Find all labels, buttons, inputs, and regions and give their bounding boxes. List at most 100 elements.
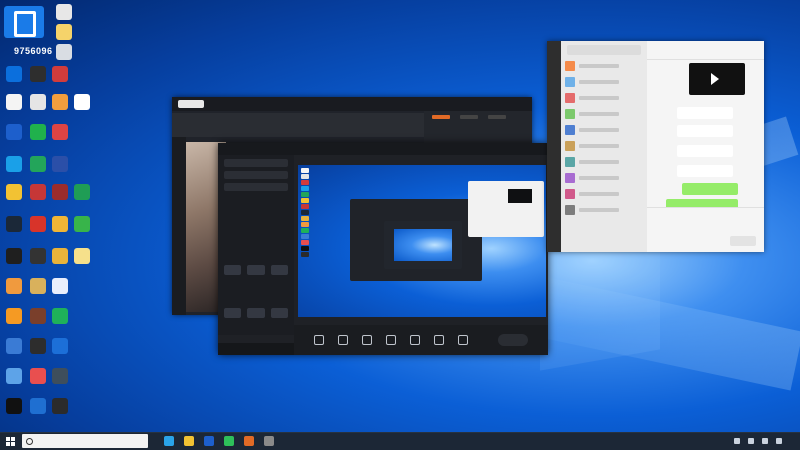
tool-cell[interactable]	[224, 308, 242, 318]
desktop-icon[interactable]	[30, 278, 46, 294]
chat-conversation[interactable]	[565, 107, 643, 121]
sidebar-row[interactable]	[224, 171, 288, 179]
tool-cell[interactable]	[270, 308, 288, 318]
desktop-icon[interactable]	[52, 124, 68, 140]
desktop-icon[interactable]	[30, 338, 46, 354]
wechat-icon[interactable]	[224, 436, 234, 446]
sidebar-row[interactable]	[224, 159, 288, 167]
desktop-icon[interactable]	[6, 94, 22, 110]
tool-cell[interactable]	[224, 265, 242, 275]
desktop-icon[interactable]	[6, 216, 22, 232]
capture-status	[218, 343, 294, 355]
tool-cell[interactable]	[270, 265, 288, 275]
toolbar-button[interactable]	[410, 335, 420, 345]
desktop-icon[interactable]	[52, 248, 68, 264]
tab[interactable]	[460, 115, 478, 119]
toolbar-button[interactable]	[386, 335, 396, 345]
tool-cell[interactable]	[247, 265, 265, 275]
go-live-button[interactable]	[498, 334, 528, 346]
nested-chat-window	[468, 181, 544, 237]
sidebar-row[interactable]	[224, 183, 288, 191]
desktop-icon[interactable]	[56, 4, 72, 20]
desktop-icon[interactable]	[6, 398, 22, 414]
toolbar-button[interactable]	[338, 335, 348, 345]
desktop-icon[interactable]	[30, 308, 46, 324]
chat-conversation[interactable]	[565, 75, 643, 89]
desktop-icon[interactable]	[52, 156, 68, 172]
desktop-icon[interactable]	[56, 24, 72, 40]
chat-conversation[interactable]	[565, 203, 643, 217]
chat-conversation[interactable]	[565, 91, 643, 105]
chat-search-input[interactable]	[567, 45, 641, 55]
chat-conversation[interactable]	[565, 123, 643, 137]
nested-video	[508, 189, 532, 203]
windows-logo-icon	[5, 436, 15, 446]
store-icon[interactable]	[204, 436, 214, 446]
desktop-icon[interactable]	[52, 308, 68, 324]
desktop-icon[interactable]	[74, 216, 90, 232]
desktop-icon[interactable]	[6, 248, 22, 264]
toolbar-button[interactable]	[434, 335, 444, 345]
app-icon[interactable]	[264, 436, 274, 446]
tray-icon[interactable]	[762, 438, 768, 444]
desktop-icon[interactable]	[6, 368, 22, 384]
tray-icon[interactable]	[748, 438, 754, 444]
desktop-icon[interactable]	[52, 338, 68, 354]
chat-conversation[interactable]	[565, 171, 643, 185]
desktop-icon[interactable]	[6, 278, 22, 294]
desktop-icon[interactable]	[30, 368, 46, 384]
desktop-icon[interactable]	[52, 184, 68, 200]
tool-cell[interactable]	[247, 308, 265, 318]
chat-conversation[interactable]	[565, 155, 643, 169]
chat-list	[561, 41, 647, 252]
desktop-icon[interactable]	[52, 368, 68, 384]
tray-icon[interactable]	[776, 438, 782, 444]
desktop-icon[interactable]	[30, 66, 46, 82]
desktop-icon[interactable]	[74, 94, 90, 110]
desktop-icon[interactable]	[30, 94, 46, 110]
capture-window[interactable]	[218, 143, 548, 355]
chat-conversation[interactable]	[565, 187, 643, 201]
desktop-icon[interactable]	[30, 156, 46, 172]
tab[interactable]	[488, 115, 506, 119]
toolbar-button[interactable]	[458, 335, 468, 345]
desktop-icon[interactable]	[52, 216, 68, 232]
chat-conversation[interactable]	[565, 139, 643, 153]
desktop-icon[interactable]	[52, 66, 68, 82]
chat-input-area[interactable]	[647, 207, 764, 252]
desktop-icon[interactable]	[6, 66, 22, 82]
desktop-icon[interactable]	[56, 44, 72, 60]
desktop-icon[interactable]	[30, 248, 46, 264]
desktop-icon[interactable]	[6, 156, 22, 172]
logo-mark	[4, 6, 44, 38]
toolbar-button[interactable]	[362, 335, 372, 345]
avatar	[565, 77, 575, 87]
send-button[interactable]	[730, 236, 756, 246]
toolbar-button[interactable]	[314, 335, 324, 345]
taskbar-search[interactable]	[22, 434, 148, 448]
desktop-icon[interactable]	[30, 124, 46, 140]
desktop-icon[interactable]	[74, 248, 90, 264]
desktop-icon[interactable]	[6, 338, 22, 354]
desktop-icon[interactable]	[30, 216, 46, 232]
desktop-icon[interactable]	[6, 184, 22, 200]
start-button[interactable]	[0, 432, 20, 450]
desktop-icon[interactable]	[6, 124, 22, 140]
folder-icon[interactable]	[184, 436, 194, 446]
chat-video-message[interactable]	[689, 63, 745, 95]
desktop-icon[interactable]	[52, 94, 68, 110]
edge-icon[interactable]	[164, 436, 174, 446]
desktop-icon[interactable]	[30, 184, 46, 200]
desktop-icon[interactable]	[52, 278, 68, 294]
taskbar	[0, 432, 800, 450]
desktop-icon[interactable]	[30, 398, 46, 414]
chat-window[interactable]	[547, 41, 764, 252]
app-icon[interactable]	[244, 436, 254, 446]
desktop-icon[interactable]	[74, 184, 90, 200]
desktop-icon[interactable]	[6, 308, 22, 324]
chat-conversation[interactable]	[565, 59, 643, 73]
tab[interactable]	[432, 115, 450, 119]
desktop-icon[interactable]	[52, 398, 68, 414]
avatar	[565, 141, 575, 151]
tray-icon[interactable]	[734, 438, 740, 444]
